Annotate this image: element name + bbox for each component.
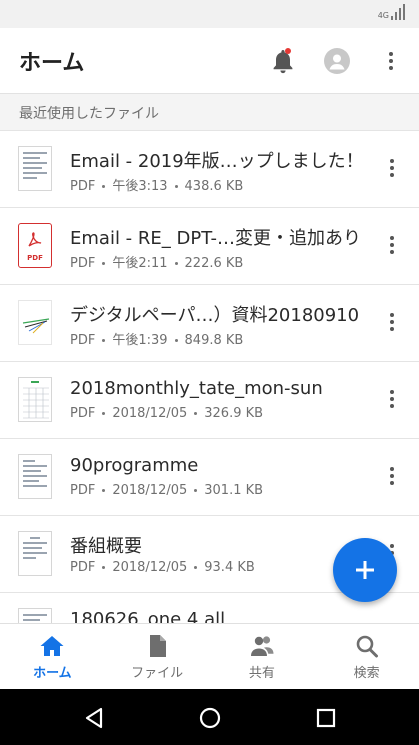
back-icon[interactable] xyxy=(82,706,106,730)
file-name: Email - RE_ DPT-…変更・追加あり xyxy=(70,228,362,249)
document-thumbnail-icon xyxy=(18,454,52,499)
file-date: 2018/12/05 xyxy=(112,406,188,421)
document-thumbnail-icon xyxy=(18,531,52,576)
file-name: Email - 2019年版…ップしました！ xyxy=(70,151,364,172)
recents-icon[interactable] xyxy=(314,706,338,730)
nav-shared[interactable]: 共有 xyxy=(210,624,315,690)
file-size: 93.4 KB xyxy=(204,560,255,575)
file-type: PDF xyxy=(70,406,96,421)
account-icon[interactable] xyxy=(324,48,350,74)
file-date: 午後2:11 xyxy=(112,256,168,271)
file-meta: PDF 午後2:11 222.6 KB xyxy=(70,252,243,271)
file-date: 午後3:13 xyxy=(112,179,168,194)
file-row[interactable]: 2018monthly_tate_mon-sun PDF 2018/12/05 32… xyxy=(0,362,419,439)
nav-label: ファイル xyxy=(131,666,184,681)
nav-label: 共有 xyxy=(248,666,275,681)
pdf-file-icon: PDF xyxy=(18,223,52,268)
nav-search[interactable]: 検索 xyxy=(314,624,419,690)
file-more-icon[interactable] xyxy=(384,234,400,256)
recent-files-heading: 最近使用したファイル xyxy=(19,106,159,122)
status-icons: 4G xyxy=(378,4,405,20)
notification-badge xyxy=(285,48,291,54)
file-meta: PDF 午後1:39 849.8 KB xyxy=(70,329,243,348)
file-size: 301.1 KB xyxy=(204,483,264,498)
nav-home[interactable]: ホーム xyxy=(0,624,105,690)
file-more-icon[interactable] xyxy=(384,465,400,487)
file-date: 午後1:39 xyxy=(112,333,168,348)
file-type: PDF xyxy=(70,333,96,348)
file-name: 180626_one 4 all xyxy=(70,609,226,623)
file-meta: PDF 午後3:13 438.6 KB xyxy=(70,175,243,194)
file-type: PDF xyxy=(70,483,96,498)
nav-label: 検索 xyxy=(353,666,380,681)
network-type-label: 4G xyxy=(377,11,389,20)
file-type: PDF xyxy=(70,256,96,271)
file-date: 2018/12/05 xyxy=(112,483,188,498)
document-thumbnail-icon xyxy=(18,146,52,191)
file-name: 2018monthly_tate_mon-sun xyxy=(70,378,323,399)
search-icon xyxy=(356,635,378,658)
file-name: デジタルペーパ…）資料20180910 xyxy=(70,305,360,326)
add-fab-button[interactable] xyxy=(333,538,397,602)
status-bar: 4G xyxy=(0,0,419,28)
file-row[interactable]: PDF Email - RE_ DPT-…変更・追加あり PDF 午後2:11 22… xyxy=(0,208,419,285)
calendar-thumbnail-icon xyxy=(18,377,52,422)
more-vert-icon[interactable] xyxy=(382,48,400,74)
file-type: PDF xyxy=(70,179,96,194)
bell-icon[interactable] xyxy=(268,46,298,76)
file-more-icon[interactable] xyxy=(384,157,400,179)
system-nav-bar xyxy=(0,689,419,745)
nav-files[interactable]: ファイル xyxy=(105,624,210,690)
bottom-nav: ホーム ファイル 共有 検索 xyxy=(0,623,419,689)
nav-label: ホーム xyxy=(33,666,72,681)
file-size: 849.8 KB xyxy=(184,333,244,348)
file-row[interactable]: デジタルペーパ…）資料20180910 PDF 午後1:39 849.8 KB xyxy=(0,285,419,362)
file-more-icon[interactable] xyxy=(384,388,400,410)
document-thumbnail-icon xyxy=(18,608,52,623)
file-size: 222.6 KB xyxy=(184,256,244,271)
file-type: PDF xyxy=(70,560,96,575)
file-name: 90programme xyxy=(70,455,199,476)
people-icon xyxy=(250,636,274,656)
file-row[interactable]: 90programme PDF 2018/12/05 301.1 KB xyxy=(0,439,419,516)
file-icon xyxy=(150,635,167,657)
plus-icon xyxy=(356,561,374,579)
app-bar: ホーム xyxy=(0,28,419,94)
file-name: 番組概要 xyxy=(70,536,142,557)
file-meta: PDF 2018/12/05 93.4 KB xyxy=(70,560,255,575)
file-row[interactable]: Email - 2019年版…ップしました！ PDF 午後3:13 438.6 KB xyxy=(0,131,419,208)
file-meta: PDF 2018/12/05 326.9 KB xyxy=(70,406,263,421)
file-meta: PDF 2018/12/05 301.1 KB xyxy=(70,483,263,498)
file-more-icon[interactable] xyxy=(384,311,400,333)
home-icon xyxy=(40,636,64,656)
file-date: 2018/12/05 xyxy=(112,560,188,575)
slide-thumbnail-icon xyxy=(18,300,52,345)
file-size: 326.9 KB xyxy=(204,406,264,421)
page-title: ホーム xyxy=(19,51,85,76)
signal-icon xyxy=(391,4,405,20)
file-size: 438.6 KB xyxy=(184,179,244,194)
home-circle-icon[interactable] xyxy=(198,706,222,730)
